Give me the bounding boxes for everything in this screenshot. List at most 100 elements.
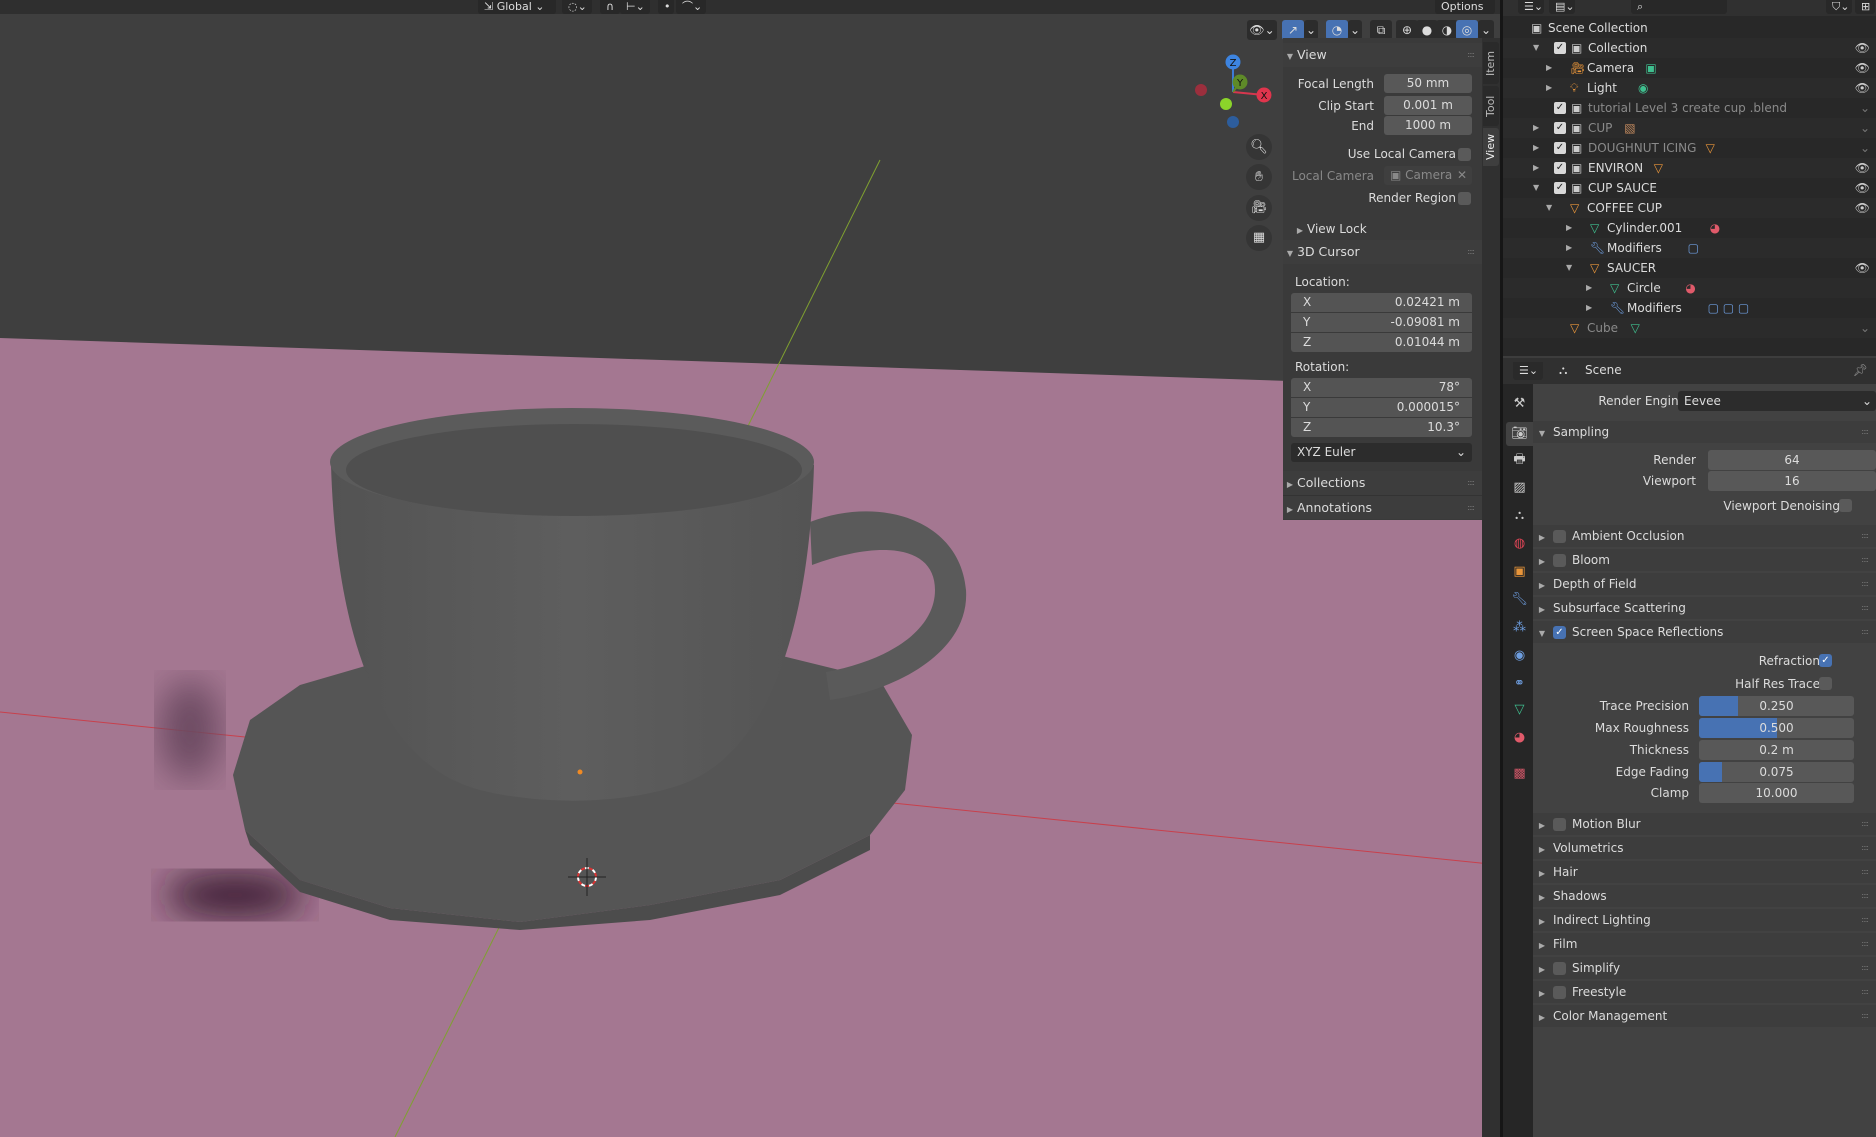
transform-orientation-dropdown[interactable]: ⇲ Global ⌄	[478, 0, 556, 14]
drag-handle[interactable]: ::::	[1861, 525, 1869, 547]
material-icon[interactable]: ◕	[1506, 726, 1533, 750]
overlay-dropdown[interactable]: ⌄	[1348, 20, 1362, 40]
panel-enable-checkbox[interactable]	[1553, 962, 1566, 975]
outliner-row[interactable]: ▽ Cube ▽ ⌄	[1503, 318, 1876, 338]
visibility-checkbox[interactable]: ✓	[1554, 182, 1566, 194]
navigation-gizmo[interactable]: Z Y X	[1195, 54, 1272, 129]
drag-handle[interactable]: ::::	[1861, 621, 1869, 643]
render-engine-dropdown[interactable]: Eevee ⌄	[1678, 391, 1876, 411]
drag-handle[interactable]: ::::	[1861, 861, 1869, 883]
pivot-point-dropdown[interactable]: ◌⌄	[562, 0, 592, 14]
drag-handle[interactable]: ::::	[1861, 909, 1869, 931]
camera-data-icon[interactable]: ▣	[1645, 58, 1656, 78]
disclosure-open-icon[interactable]: ▼	[1533, 178, 1539, 198]
view-layer-icon[interactable]: ▨	[1506, 476, 1533, 500]
panel-header-ambient-occlusion[interactable]: ▶ Ambient Occlusion::::	[1533, 525, 1876, 547]
panel-header-bloom[interactable]: ▶ Bloom::::	[1533, 549, 1876, 571]
object-icon[interactable]: ▽	[1706, 138, 1715, 158]
tab-item[interactable]: Item	[1483, 42, 1499, 84]
visibility-checkbox[interactable]: ✓	[1554, 102, 1566, 114]
panel-header-hair[interactable]: ▶ Hair::::	[1533, 861, 1876, 883]
property-field-render[interactable]: 64	[1708, 450, 1876, 470]
disclosure-closed-icon[interactable]: ▶	[1566, 238, 1572, 258]
local-camera-field[interactable]: ▣ Camera ✕	[1384, 166, 1472, 185]
particles-icon[interactable]: ⁂	[1506, 616, 1533, 640]
panel-header-freestyle[interactable]: ▶ Freestyle::::	[1533, 981, 1876, 1003]
drag-handle[interactable]: ::::	[1861, 837, 1869, 859]
cursor-rotation-x-field[interactable]: X 78°	[1291, 378, 1472, 397]
object-icon[interactable]: ▽	[1654, 158, 1663, 178]
drag-handle[interactable]: ::::	[1861, 885, 1869, 907]
mesh-icon[interactable]: ▽	[1631, 318, 1640, 338]
outliner-row[interactable]: ▼ ▽ COFFEE CUP 👁︎	[1503, 198, 1876, 218]
panel-header-depth-of-field[interactable]: ▶ Depth of Field::::	[1533, 573, 1876, 595]
world-icon[interactable]: ◍	[1506, 532, 1533, 556]
eye-icon[interactable]: 👁︎	[1855, 178, 1870, 198]
drag-handle[interactable]: ::::	[1861, 981, 1869, 1003]
panel-enable-checkbox[interactable]	[1553, 986, 1566, 999]
perspective-toggle-button[interactable]: ▦	[1246, 225, 1272, 251]
rendered-shading-button[interactable]: ◎	[1456, 20, 1478, 40]
filter-dropdown[interactable]: ⛉⌄	[1826, 0, 1852, 14]
disclosure-open-icon[interactable]: ▼	[1533, 38, 1539, 58]
collections-panel-header[interactable]: ▶ Collections::::	[1283, 471, 1482, 495]
outliner-row[interactable]: ▶ 🔧︎ Modifiers ▢ ▢ ▢	[1503, 298, 1876, 318]
proportional-falloff-dropdown[interactable]: ⌒⌄	[676, 0, 706, 14]
checkbox-viewport-denoising[interactable]	[1839, 499, 1852, 512]
panel-enable-checkbox[interactable]	[1553, 554, 1566, 567]
chevron-down-icon[interactable]: ⌄	[1860, 118, 1870, 138]
visibility-checkbox[interactable]: ✓	[1554, 42, 1566, 54]
outliner-row[interactable]: ▣ Scene Collection	[1503, 18, 1876, 38]
cursor-location-x-field[interactable]: X 0.02421 m	[1291, 293, 1472, 312]
object-icon[interactable]: ▣	[1506, 560, 1533, 584]
gizmo-dropdown[interactable]: ⌄	[1304, 20, 1318, 40]
data-icon[interactable]: ▽	[1506, 698, 1533, 722]
outliner-row[interactable]: ▼ ✓ ▣ CUP SAUCE 👁︎	[1503, 178, 1876, 198]
constraints-icon[interactable]: ⚭	[1506, 672, 1533, 696]
eye-icon[interactable]: 👁︎	[1855, 78, 1870, 98]
3d-viewport[interactable]: Z Y X 🔍︎ ✋︎ 🎥︎ ▦	[0, 0, 1500, 1137]
chevron-down-icon[interactable]: ⌄	[1860, 138, 1870, 158]
physics-icon[interactable]: ◉	[1506, 644, 1533, 668]
panel-header-film[interactable]: ▶ Film::::	[1533, 933, 1876, 955]
visibility-checkbox[interactable]: ✓	[1554, 162, 1566, 174]
rotation-mode-dropdown[interactable]: XYZ Euler ⌄	[1291, 443, 1472, 462]
outliner-row[interactable]: ▼ ✓ ▣ Collection 👁︎	[1503, 38, 1876, 58]
panel-header-simplify[interactable]: ▶ Simplify::::	[1533, 957, 1876, 979]
render-region-checkbox[interactable]	[1458, 192, 1471, 205]
disclosure-closed-icon[interactable]: ▶	[1566, 218, 1572, 238]
scene-icon[interactable]: ⛬	[1506, 504, 1533, 528]
shading-dropdown[interactable]: ⌄	[1478, 20, 1494, 40]
slider-trace-precision[interactable]: 0.250	[1699, 696, 1854, 716]
options-dropdown[interactable]: Options ⌄	[1435, 0, 1495, 26]
eye-icon[interactable]: 👁︎	[1855, 58, 1870, 78]
output-icon[interactable]: 🖶	[1506, 448, 1533, 472]
modifier-icon[interactable]: 🔧︎	[1506, 588, 1533, 612]
clip-start-field[interactable]: 0.001 m	[1384, 96, 1472, 115]
slider-edge-fading[interactable]: 0.075	[1699, 762, 1854, 782]
clear-icon[interactable]: ✕	[1457, 166, 1467, 185]
modifier-icon[interactable]: ▢	[1688, 238, 1699, 258]
camera-view-button[interactable]: 🎥︎	[1246, 195, 1272, 221]
visibility-dropdown[interactable]: 👁︎⌄	[1247, 20, 1277, 40]
outliner-row[interactable]: ✓ ▣ tutorial Level 3 create cup .blend ⌄	[1503, 98, 1876, 118]
panel-header-color-management[interactable]: ▶ Color Management::::	[1533, 1005, 1876, 1027]
cursor-location-y-field[interactable]: Y -0.09081 m	[1291, 313, 1472, 332]
eye-icon[interactable]: 👁︎	[1855, 258, 1870, 278]
proportional-edit-toggle[interactable]: •	[658, 0, 674, 14]
panel-header-shadows[interactable]: ▶ Shadows::::	[1533, 885, 1876, 907]
disclosure-open-icon[interactable]: ▼	[1546, 198, 1552, 218]
cursor-rotation-y-field[interactable]: Y 0.000015°	[1291, 398, 1472, 417]
drag-handle[interactable]: ::::	[1861, 933, 1869, 955]
drag-handle[interactable]: ::::	[1861, 573, 1869, 595]
editor-type-dropdown[interactable]: ☰⌄	[1513, 362, 1543, 380]
outliner-row[interactable]: ▶ 🔧︎ Modifiers ▢	[1503, 238, 1876, 258]
pin-icon[interactable]: 📌︎	[1853, 363, 1868, 377]
use-local-camera-checkbox[interactable]	[1458, 148, 1471, 161]
cursor-rotation-z-field[interactable]: Z 10.3°	[1291, 418, 1472, 437]
outliner-row[interactable]: ▶ ✓ ▣ DOUGHNUT ICING ▽ ⌄	[1503, 138, 1876, 158]
chevron-down-icon[interactable]: ⌄	[1860, 318, 1870, 338]
disclosure-closed-icon[interactable]: ▶	[1586, 278, 1592, 298]
panel-header-screen-space-reflections[interactable]: ▼ ✓ Screen Space Reflections::::	[1533, 621, 1876, 643]
outliner-row[interactable]: ▶ 💡︎ Light ◉ 👁︎	[1503, 78, 1876, 98]
